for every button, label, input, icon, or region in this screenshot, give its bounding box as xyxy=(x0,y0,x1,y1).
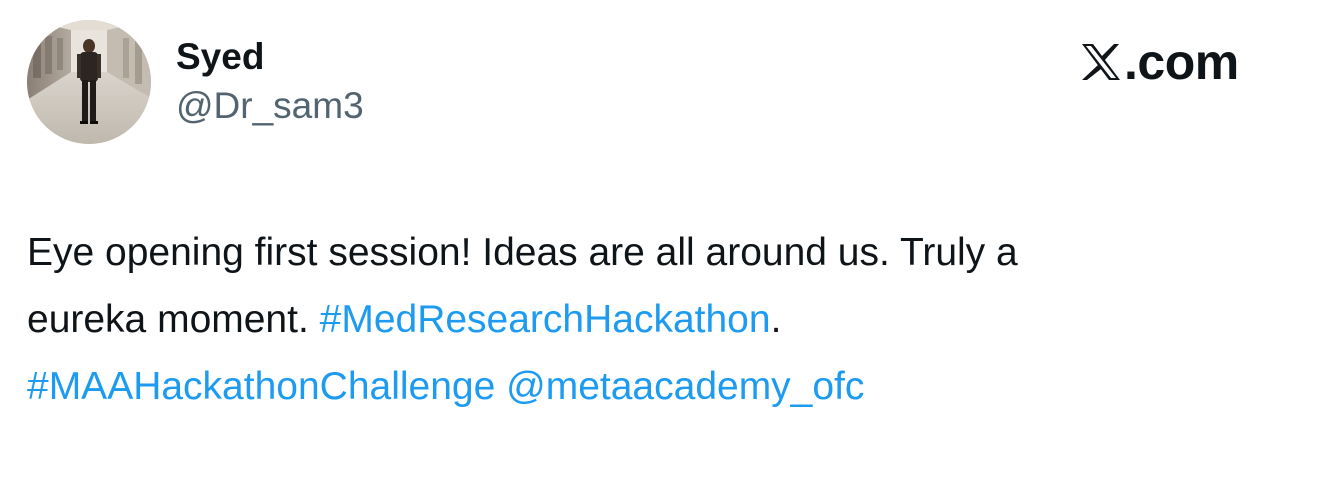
tweet-line-2: eureka moment. #MedResearchHackathon. xyxy=(27,286,1297,353)
hashtag-link-medresearchhackathon[interactable]: #MedResearchHackathon xyxy=(320,298,771,341)
tweet-text: Eye opening first session! Ideas are all… xyxy=(27,219,1297,420)
tweet-text-segment: eureka moment. xyxy=(27,298,320,341)
author-handle[interactable]: @Dr_sam3 xyxy=(176,84,364,128)
tweet-line-3: #MAAHackathonChallenge @metaacademy_ofc xyxy=(27,353,1297,420)
brand-domain-label: .com xyxy=(1124,34,1239,90)
tweet-line-1: Eye opening first session! Ideas are all… xyxy=(27,231,1018,274)
hashtag-link-maahackathonchallenge[interactable]: #MAAHackathonChallenge xyxy=(27,365,495,408)
mention-link-metaacademy[interactable]: @metaacademy_ofc xyxy=(506,365,864,408)
tweet-card: Syed @Dr_sam3 .com Eye opening first ses… xyxy=(0,0,1320,481)
author-display-name[interactable]: Syed xyxy=(176,35,264,79)
tweet-punctuation: . xyxy=(770,298,782,341)
avatar[interactable] xyxy=(27,20,151,144)
brand-logo[interactable]: .com xyxy=(1081,36,1239,88)
x-logo-icon xyxy=(1082,44,1120,80)
avatar-photo xyxy=(27,20,151,144)
